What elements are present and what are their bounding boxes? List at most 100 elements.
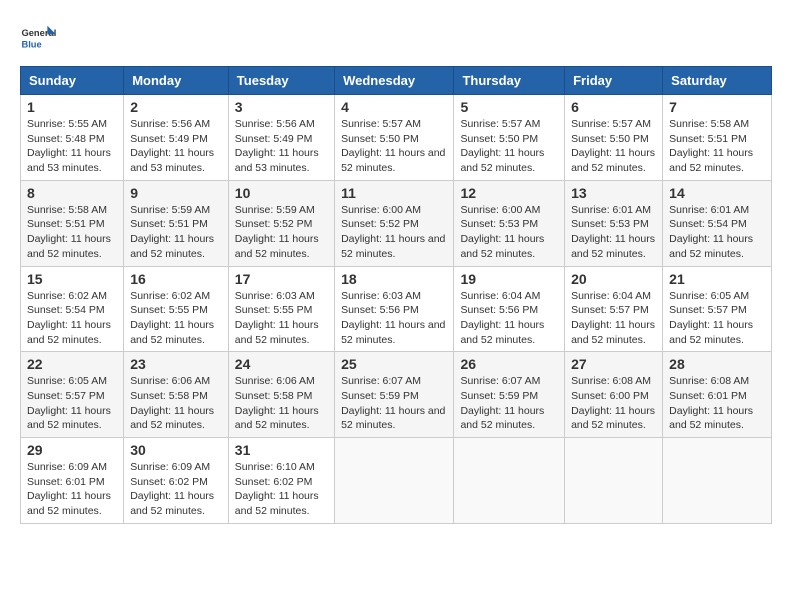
day-info: Sunrise: 5:59 AMSunset: 5:51 PMDaylight:…: [130, 204, 214, 260]
calendar-day-cell: 17 Sunrise: 6:03 AMSunset: 5:55 PMDaylig…: [228, 266, 334, 352]
day-info: Sunrise: 6:03 AMSunset: 5:55 PMDaylight:…: [235, 290, 319, 346]
day-info: Sunrise: 6:05 AMSunset: 5:57 PMDaylight:…: [669, 290, 753, 346]
day-info: Sunrise: 6:00 AMSunset: 5:53 PMDaylight:…: [460, 204, 544, 260]
day-number: 11: [341, 185, 447, 201]
calendar-day-cell: 11 Sunrise: 6:00 AMSunset: 5:52 PMDaylig…: [335, 180, 454, 266]
day-info: Sunrise: 6:06 AMSunset: 5:58 PMDaylight:…: [235, 375, 319, 431]
calendar-day-cell: 28 Sunrise: 6:08 AMSunset: 6:01 PMDaylig…: [663, 352, 772, 438]
day-number: 23: [130, 356, 222, 372]
calendar-day-cell: 10 Sunrise: 5:59 AMSunset: 5:52 PMDaylig…: [228, 180, 334, 266]
calendar-day-cell: 13 Sunrise: 6:01 AMSunset: 5:53 PMDaylig…: [565, 180, 663, 266]
day-info: Sunrise: 6:09 AMSunset: 6:02 PMDaylight:…: [130, 461, 214, 517]
weekday-header-row: SundayMondayTuesdayWednesdayThursdayFrid…: [21, 67, 772, 95]
weekday-header-cell: Sunday: [21, 67, 124, 95]
day-info: Sunrise: 6:05 AMSunset: 5:57 PMDaylight:…: [27, 375, 111, 431]
day-number: 27: [571, 356, 656, 372]
calendar-day-cell: 4 Sunrise: 5:57 AMSunset: 5:50 PMDayligh…: [335, 95, 454, 181]
calendar-day-cell: 20 Sunrise: 6:04 AMSunset: 5:57 PMDaylig…: [565, 266, 663, 352]
calendar-day-cell: 26 Sunrise: 6:07 AMSunset: 5:59 PMDaylig…: [454, 352, 565, 438]
day-info: Sunrise: 5:57 AMSunset: 5:50 PMDaylight:…: [571, 118, 655, 174]
day-number: 16: [130, 271, 222, 287]
day-number: 7: [669, 99, 765, 115]
day-info: Sunrise: 5:55 AMSunset: 5:48 PMDaylight:…: [27, 118, 111, 174]
calendar-body: 1 Sunrise: 5:55 AMSunset: 5:48 PMDayligh…: [21, 95, 772, 524]
day-info: Sunrise: 6:06 AMSunset: 5:58 PMDaylight:…: [130, 375, 214, 431]
day-number: 15: [27, 271, 117, 287]
day-number: 25: [341, 356, 447, 372]
calendar-day-cell: 21 Sunrise: 6:05 AMSunset: 5:57 PMDaylig…: [663, 266, 772, 352]
calendar-table: SundayMondayTuesdayWednesdayThursdayFrid…: [20, 66, 772, 524]
day-info: Sunrise: 6:07 AMSunset: 5:59 PMDaylight:…: [460, 375, 544, 431]
calendar-day-cell: 19 Sunrise: 6:04 AMSunset: 5:56 PMDaylig…: [454, 266, 565, 352]
calendar-day-cell: 25 Sunrise: 6:07 AMSunset: 5:59 PMDaylig…: [335, 352, 454, 438]
calendar-day-cell: 23 Sunrise: 6:06 AMSunset: 5:58 PMDaylig…: [124, 352, 229, 438]
day-info: Sunrise: 6:02 AMSunset: 5:55 PMDaylight:…: [130, 290, 214, 346]
calendar-day-cell: 24 Sunrise: 6:06 AMSunset: 5:58 PMDaylig…: [228, 352, 334, 438]
logo-icon: General Blue: [20, 20, 56, 56]
day-number: 10: [235, 185, 328, 201]
day-number: 29: [27, 442, 117, 458]
calendar-day-cell: 18 Sunrise: 6:03 AMSunset: 5:56 PMDaylig…: [335, 266, 454, 352]
day-number: 22: [27, 356, 117, 372]
calendar-day-cell: [663, 438, 772, 524]
calendar-day-cell: 12 Sunrise: 6:00 AMSunset: 5:53 PMDaylig…: [454, 180, 565, 266]
calendar-day-cell: [335, 438, 454, 524]
calendar-day-cell: 1 Sunrise: 5:55 AMSunset: 5:48 PMDayligh…: [21, 95, 124, 181]
calendar-week-row: 15 Sunrise: 6:02 AMSunset: 5:54 PMDaylig…: [21, 266, 772, 352]
calendar-day-cell: 8 Sunrise: 5:58 AMSunset: 5:51 PMDayligh…: [21, 180, 124, 266]
day-number: 6: [571, 99, 656, 115]
day-number: 1: [27, 99, 117, 115]
day-number: 31: [235, 442, 328, 458]
day-number: 8: [27, 185, 117, 201]
calendar-day-cell: 15 Sunrise: 6:02 AMSunset: 5:54 PMDaylig…: [21, 266, 124, 352]
day-number: 18: [341, 271, 447, 287]
day-number: 13: [571, 185, 656, 201]
day-info: Sunrise: 6:00 AMSunset: 5:52 PMDaylight:…: [341, 204, 445, 260]
day-info: Sunrise: 6:07 AMSunset: 5:59 PMDaylight:…: [341, 375, 445, 431]
weekday-header-cell: Friday: [565, 67, 663, 95]
calendar-day-cell: 14 Sunrise: 6:01 AMSunset: 5:54 PMDaylig…: [663, 180, 772, 266]
day-number: 28: [669, 356, 765, 372]
calendar-day-cell: [454, 438, 565, 524]
page-header: General Blue: [20, 20, 772, 56]
day-info: Sunrise: 5:58 AMSunset: 5:51 PMDaylight:…: [669, 118, 753, 174]
calendar-day-cell: [565, 438, 663, 524]
day-number: 19: [460, 271, 558, 287]
day-number: 30: [130, 442, 222, 458]
weekday-header-cell: Thursday: [454, 67, 565, 95]
day-number: 3: [235, 99, 328, 115]
day-info: Sunrise: 5:58 AMSunset: 5:51 PMDaylight:…: [27, 204, 111, 260]
day-info: Sunrise: 5:56 AMSunset: 5:49 PMDaylight:…: [130, 118, 214, 174]
day-info: Sunrise: 5:56 AMSunset: 5:49 PMDaylight:…: [235, 118, 319, 174]
calendar-day-cell: 16 Sunrise: 6:02 AMSunset: 5:55 PMDaylig…: [124, 266, 229, 352]
calendar-day-cell: 27 Sunrise: 6:08 AMSunset: 6:00 PMDaylig…: [565, 352, 663, 438]
weekday-header-cell: Saturday: [663, 67, 772, 95]
weekday-header-cell: Wednesday: [335, 67, 454, 95]
day-info: Sunrise: 6:09 AMSunset: 6:01 PMDaylight:…: [27, 461, 111, 517]
day-number: 21: [669, 271, 765, 287]
day-number: 26: [460, 356, 558, 372]
day-info: Sunrise: 6:02 AMSunset: 5:54 PMDaylight:…: [27, 290, 111, 346]
calendar-day-cell: 22 Sunrise: 6:05 AMSunset: 5:57 PMDaylig…: [21, 352, 124, 438]
calendar-day-cell: 3 Sunrise: 5:56 AMSunset: 5:49 PMDayligh…: [228, 95, 334, 181]
calendar-day-cell: 5 Sunrise: 5:57 AMSunset: 5:50 PMDayligh…: [454, 95, 565, 181]
day-number: 12: [460, 185, 558, 201]
calendar-week-row: 29 Sunrise: 6:09 AMSunset: 6:01 PMDaylig…: [21, 438, 772, 524]
day-info: Sunrise: 5:57 AMSunset: 5:50 PMDaylight:…: [341, 118, 445, 174]
calendar-day-cell: 7 Sunrise: 5:58 AMSunset: 5:51 PMDayligh…: [663, 95, 772, 181]
day-info: Sunrise: 6:08 AMSunset: 6:00 PMDaylight:…: [571, 375, 655, 431]
calendar-day-cell: 31 Sunrise: 6:10 AMSunset: 6:02 PMDaylig…: [228, 438, 334, 524]
calendar-week-row: 1 Sunrise: 5:55 AMSunset: 5:48 PMDayligh…: [21, 95, 772, 181]
day-number: 24: [235, 356, 328, 372]
svg-text:Blue: Blue: [21, 39, 41, 49]
calendar-day-cell: 9 Sunrise: 5:59 AMSunset: 5:51 PMDayligh…: [124, 180, 229, 266]
day-info: Sunrise: 6:04 AMSunset: 5:57 PMDaylight:…: [571, 290, 655, 346]
day-number: 14: [669, 185, 765, 201]
day-number: 9: [130, 185, 222, 201]
day-info: Sunrise: 6:01 AMSunset: 5:53 PMDaylight:…: [571, 204, 655, 260]
day-info: Sunrise: 5:57 AMSunset: 5:50 PMDaylight:…: [460, 118, 544, 174]
logo: General Blue: [20, 20, 56, 56]
calendar-day-cell: 6 Sunrise: 5:57 AMSunset: 5:50 PMDayligh…: [565, 95, 663, 181]
calendar-week-row: 22 Sunrise: 6:05 AMSunset: 5:57 PMDaylig…: [21, 352, 772, 438]
calendar-day-cell: 2 Sunrise: 5:56 AMSunset: 5:49 PMDayligh…: [124, 95, 229, 181]
